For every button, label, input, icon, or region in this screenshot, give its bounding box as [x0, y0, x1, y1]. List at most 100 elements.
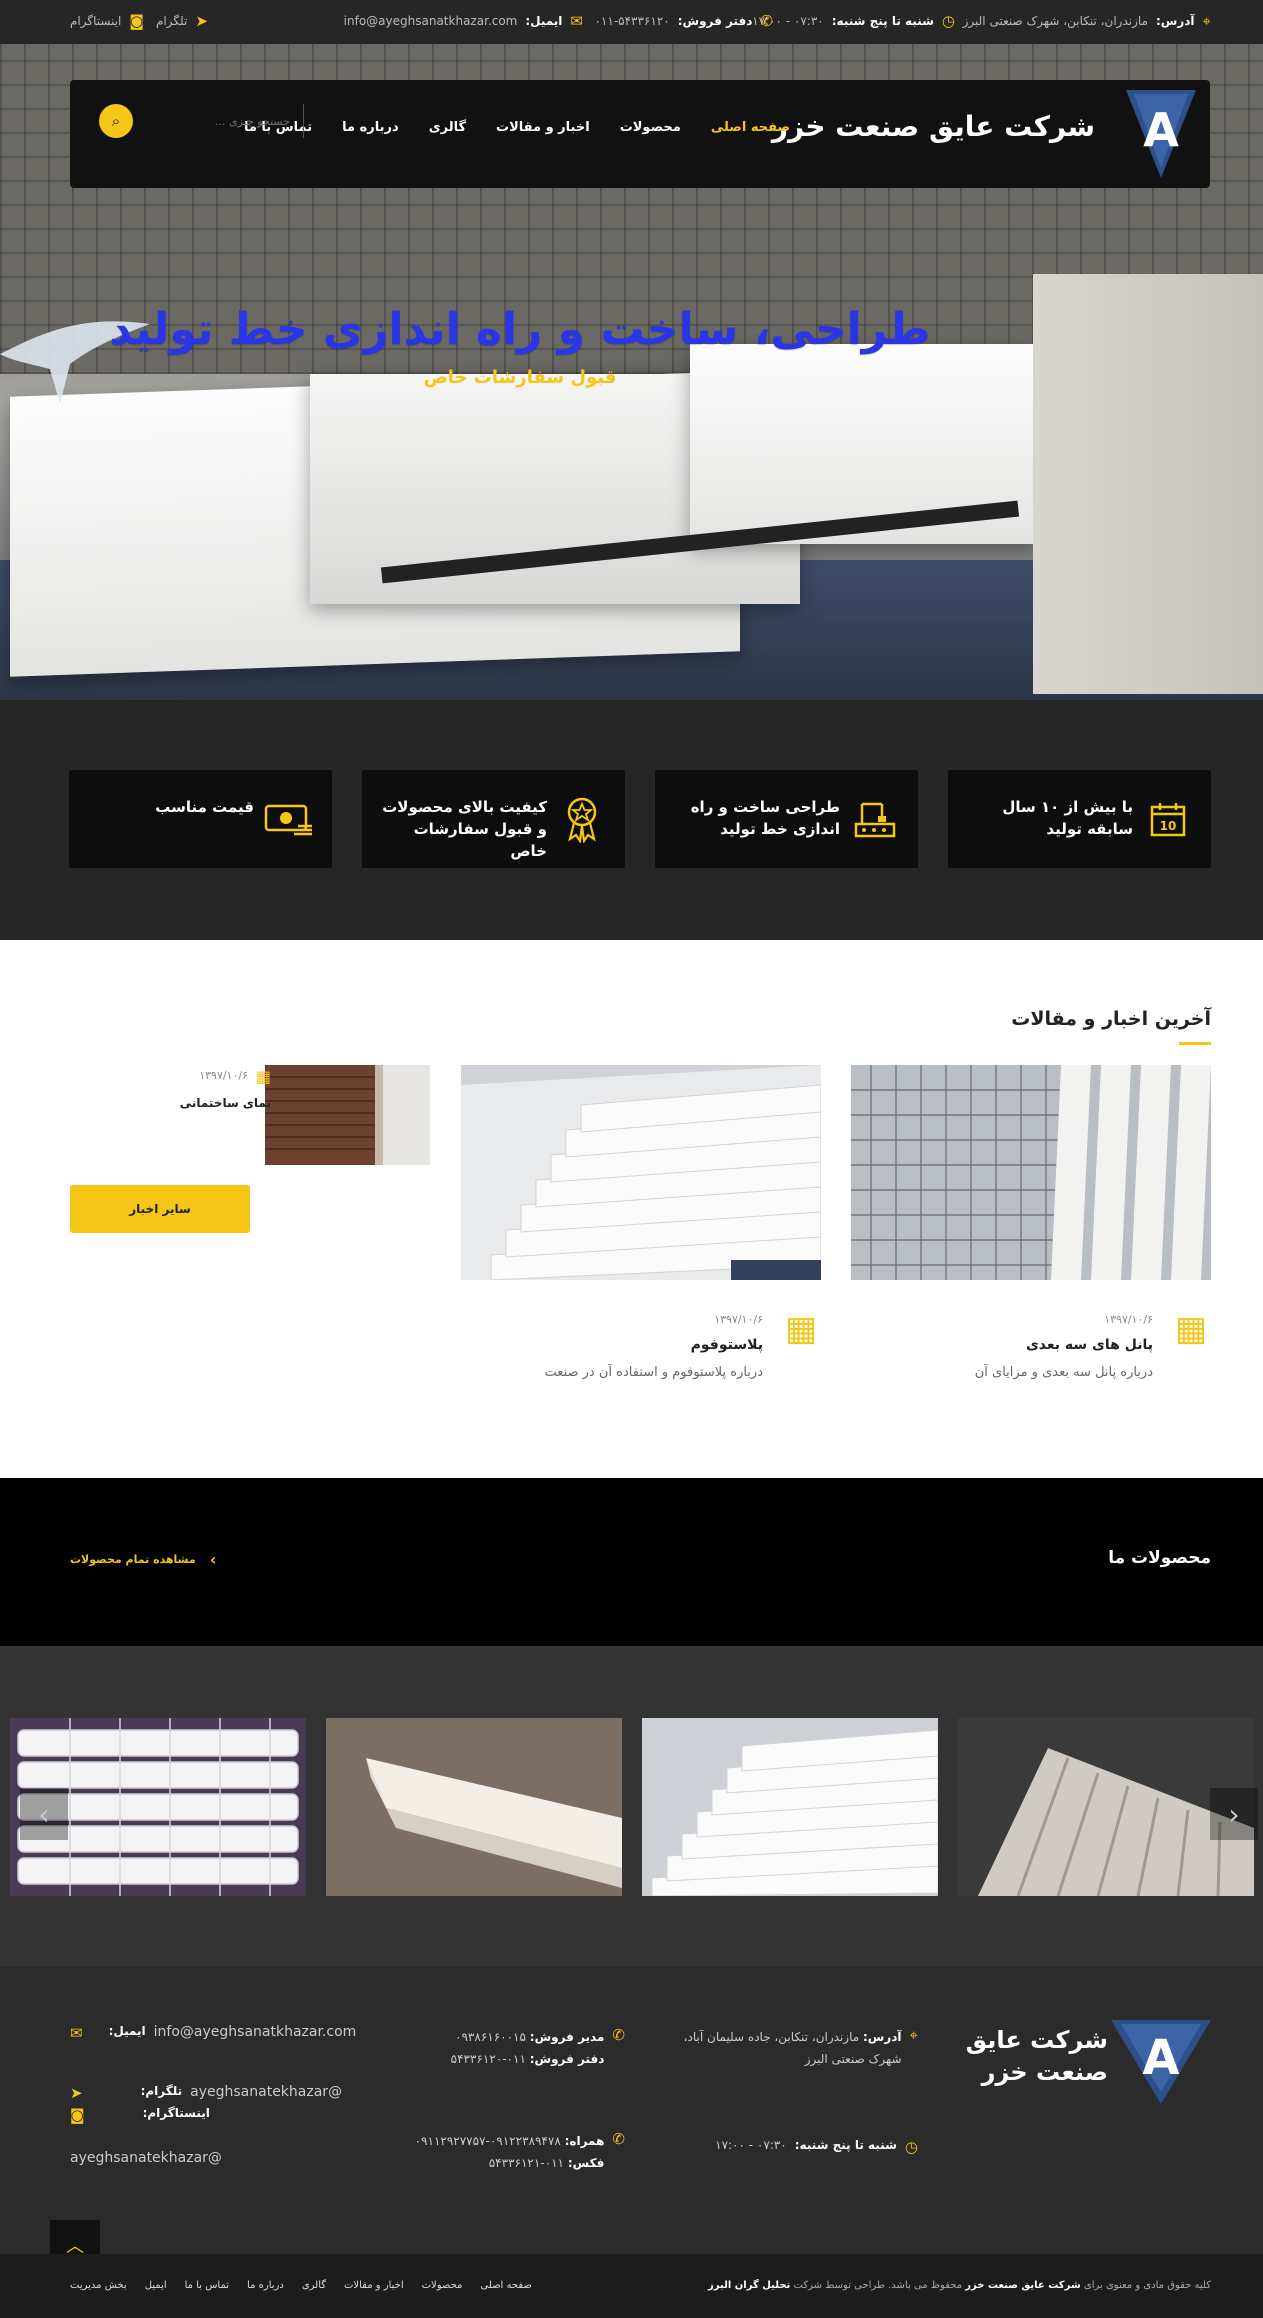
topbar-telegram[interactable]: ➤ تلگرام — [156, 12, 208, 30]
sales-office-label: دفتر فروش: — [529, 2052, 605, 2066]
topbar-instagram[interactable]: ◙ اینستاگرام — [70, 12, 144, 30]
feature-text: با بیش از ۱۰ سال سابقه تولید — [1002, 798, 1133, 838]
footer-link-about[interactable]: درباره ما — [247, 2280, 284, 2291]
telegram-link[interactable]: تلگرام — [156, 14, 187, 28]
news-image[interactable] — [851, 1065, 1211, 1280]
footer-mobile-fax: ✆ همراه: ۰۹۱۲۲۳۸۹۴۷۸-۰۹۱۱۲۹۲۷۷۵۷ فکس: ۰۱… — [415, 2130, 625, 2174]
footer-brand-line: صنعت خزر — [981, 2058, 1108, 2086]
nav-item-news[interactable]: اخبار و مقالات — [496, 120, 590, 135]
footer-link-gallery[interactable]: گالری — [302, 2280, 326, 2291]
chevron-right-icon: › — [209, 1550, 217, 1569]
news-image[interactable] — [265, 1065, 430, 1165]
topbar-hours: ◷ شنبه تا پنج شنبه: ۰۷:۳۰ - ۱۷:۰۰ — [752, 12, 955, 30]
calendar-10-icon: 10 — [1143, 794, 1193, 844]
calendar-icon: ▦ — [784, 1309, 818, 1349]
footer-link-home[interactable]: صفحه اصلی — [480, 2280, 531, 2291]
news-date: ۱۳۹۷/۱۰/۶ — [1104, 1313, 1153, 1326]
news-title[interactable]: پلاستوفوم — [691, 1337, 763, 1353]
section-title: آخرین اخبار و مقالات — [1011, 1008, 1211, 1030]
logo-letter: A — [1143, 103, 1179, 157]
hero-title: طراحی، ساخت و راه اندازی خط تولید — [109, 304, 931, 355]
brand-name[interactable]: شرکت عایق صنعت خزر — [772, 110, 1095, 143]
more-news-button[interactable]: سایر اخبار — [70, 1185, 250, 1233]
chevron-right-icon: › — [38, 1797, 50, 1831]
clock-icon: ◷ — [904, 2138, 918, 2156]
mobile-value: ۰۹۱۲۲۳۸۹۴۷۸-۰۹۱۱۲۹۲۷۷۵۷ — [414, 2134, 561, 2148]
top-bar: ⌖ آدرس: مازندران، تنکابن، شهرک صنعتی الب… — [0, 0, 1263, 44]
topbar-email[interactable]: ✉ ایمیل: info@ayeghsanatkhazar.com — [344, 12, 583, 30]
carousel-prev-button[interactable]: ‹ — [1210, 1788, 1258, 1840]
phone-icon: ✆ — [612, 2130, 625, 2148]
view-all-label[interactable]: مشاهده تمام محصولات — [70, 1553, 196, 1566]
instagram-label: اینستاگرام: — [142, 2106, 210, 2120]
footer-logo[interactable]: A — [1111, 2020, 1211, 2104]
footer-email[interactable]: info@ayeghsanatkhazar.com ایمیل: ✉ — [70, 2024, 356, 2042]
search-input[interactable] — [170, 108, 290, 134]
address-value: مازندران، تنکابن، جاده سلیمان آباد، — [683, 2030, 860, 2044]
phone-icon: ✆ — [612, 2026, 625, 2044]
footer-link-admin[interactable]: بخش مدیریت — [70, 2280, 127, 2291]
copyright-bar: کلیه حقوق مادی و معنوی برای شرکت عایق صن… — [0, 2254, 1263, 2318]
footer-links: صفحه اصلی محصولات اخبار و مقالات گالری د… — [70, 2280, 532, 2291]
nav-item-gallery[interactable]: گالری — [429, 120, 466, 135]
machine — [1033, 274, 1263, 694]
product-image[interactable] — [642, 1718, 938, 1896]
nav-item-about[interactable]: درباره ما — [342, 120, 399, 135]
production-line-icon — [850, 794, 900, 844]
product-image[interactable] — [326, 1718, 622, 1896]
location-pin-icon: ⌖ — [1202, 12, 1211, 30]
quality-badge-icon — [557, 794, 607, 845]
nav-menu: صفحه اصلی محصولات اخبار و مقالات گالری د… — [244, 120, 790, 135]
search-icon: ⌕ — [111, 112, 121, 130]
instagram-icon: ◙ — [70, 2106, 85, 2124]
company-logo[interactable]: A — [1126, 90, 1196, 178]
news-title[interactable]: نمای ساختمانی — [180, 1096, 271, 1110]
footer-telegram[interactable]: @ayeghsanatekhazar تلگرام: ➤ — [70, 2084, 342, 2102]
nav-item-home[interactable]: صفحه اصلی — [711, 120, 790, 135]
footer-instagram-label-row: اینستاگرام: ◙ — [70, 2106, 376, 2124]
feature-text: طراحی ساخت و راه اندازی خط تولید — [690, 798, 840, 838]
news-title[interactable]: پانل های سه بعدی — [1026, 1337, 1153, 1353]
news-date: ۱۳۹۷/۱۰/۶ — [199, 1069, 248, 1082]
footer-address: ⌖ آدرس: مازندران، تنکابن، جاده سلیمان آب… — [684, 2026, 918, 2070]
topbar-address: ⌖ آدرس: مازندران، تنکابن، شهرک صنعتی الب… — [963, 12, 1211, 30]
hours-value: ۰۷:۳۰ - ۱۷:۰۰ — [715, 2138, 787, 2152]
copyright-designer[interactable]: تحلیل گران البرز — [708, 2280, 790, 2291]
footer-brand: شرکت عایق صنعت خزر — [966, 2024, 1108, 2088]
footer-link-contact[interactable]: تماس با ما — [185, 2280, 229, 2291]
footer-instagram[interactable]: @ayeghsanatekhazar — [70, 2150, 222, 2166]
copyright-middle: محفوظ می باشد. طراحی توسط شرکت — [793, 2280, 963, 2291]
instagram-link[interactable]: اینستاگرام — [70, 14, 121, 28]
news-date: ۱۳۹۷/۱۰/۶ — [714, 1313, 763, 1326]
email-value[interactable]: info@ayeghsanatkhazar.com — [344, 14, 518, 28]
email-label: ایمیل: — [108, 2024, 146, 2038]
instagram-icon: ◙ — [129, 12, 144, 30]
footer-link-products[interactable]: محصولات — [422, 2280, 463, 2291]
footer-hours: ◷ شنبه تا پنج شنبه: ۰۷:۳۰ - ۱۷:۰۰ — [715, 2138, 918, 2156]
view-all-products[interactable]: › مشاهده تمام محصولات — [70, 1550, 216, 1569]
nav-item-products[interactable]: محصولات — [620, 120, 681, 135]
news-image[interactable] — [461, 1065, 821, 1280]
products-header: محصولات ما › مشاهده تمام محصولات — [0, 1478, 1263, 1646]
title-underline — [1179, 1042, 1211, 1045]
news-desc: درباره پانل سه بعدی و مزایای آن — [974, 1365, 1153, 1380]
feature-text: کیفیت بالای محصولات و قبول سفارشات خاص — [382, 798, 547, 860]
telegram-value[interactable]: @ayeghsanatekhazar — [190, 2084, 342, 2100]
carousel-next-button[interactable]: › — [20, 1788, 68, 1840]
instagram-value[interactable]: @ayeghsanatekhazar — [70, 2150, 222, 2166]
feature-text: قیمت مناسب — [155, 798, 254, 816]
address-label: آدرس: — [1156, 14, 1195, 28]
search-button[interactable]: ⌕ — [99, 104, 133, 138]
topbar-sales: ✆ دفتر فروش: ۰۱۱-۵۴۳۳۶۱۲۰ — [594, 12, 773, 30]
footer-link-email[interactable]: ایمیل — [145, 2280, 167, 2291]
feature-card: کیفیت بالای محصولات و قبول سفارشات خاص — [362, 770, 625, 868]
email-value[interactable]: info@ayeghsanatkhazar.com — [154, 2024, 357, 2040]
site-footer: A شرکت عایق صنعت خزر ⌖ آدرس: مازندران، ت… — [0, 1966, 1263, 2270]
products-title: محصولات ما — [1108, 1548, 1211, 1568]
feature-card: قیمت مناسب — [69, 770, 332, 868]
main-navigation: A شرکت عایق صنعت خزر صفحه اصلی محصولات ا… — [70, 80, 1210, 188]
footer-link-news[interactable]: اخبار و مقالات — [344, 2280, 404, 2291]
sales-manager-label: مدیر فروش: — [529, 2030, 605, 2044]
sales-manager-value: ۰۹۳۸۶۱۶۰۰۱۵ — [455, 2030, 526, 2044]
features-section: 10 با بیش از ۱۰ سال سابقه تولید طراحی سا… — [0, 700, 1263, 940]
